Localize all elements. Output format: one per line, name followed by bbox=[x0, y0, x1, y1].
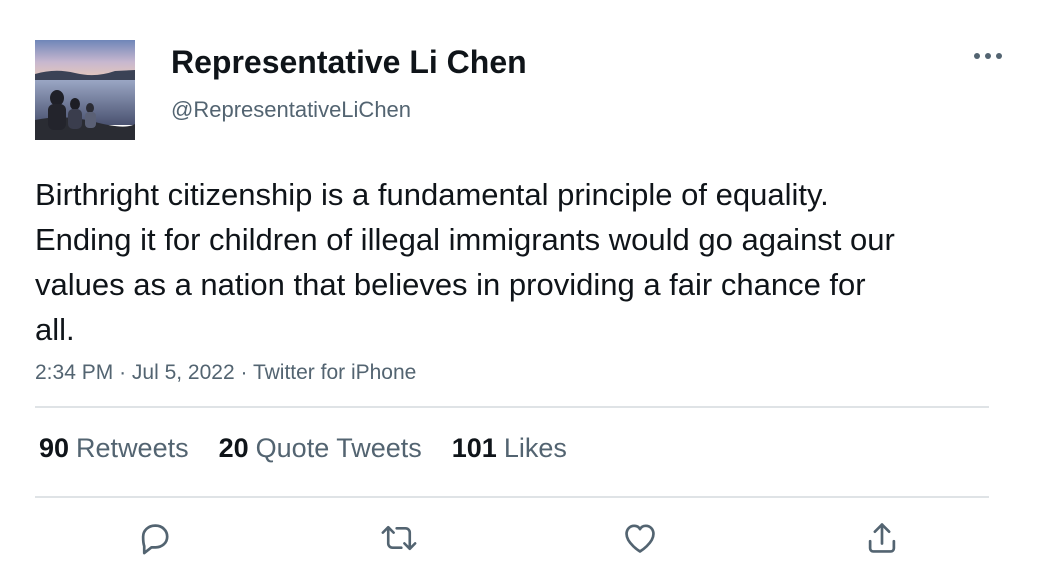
display-name[interactable]: Representative Li Chen bbox=[171, 44, 527, 81]
more-horizontal-icon bbox=[974, 53, 1002, 59]
tweet-text: Birthright citizenship is a fundamental … bbox=[35, 177, 895, 347]
retweet-icon bbox=[381, 525, 417, 551]
retweets-label: Retweets bbox=[76, 433, 189, 463]
divider bbox=[35, 406, 989, 408]
quote-tweets-label: Quote Tweets bbox=[255, 433, 422, 463]
meta-separator: · bbox=[240, 361, 253, 384]
user-handle[interactable]: @RepresentativeLiChen bbox=[171, 97, 411, 123]
retweets-stat[interactable]: 90 Retweets bbox=[39, 433, 189, 464]
share-icon bbox=[868, 523, 896, 553]
reply-button[interactable] bbox=[135, 518, 175, 558]
quote-tweets-stat[interactable]: 20 Quote Tweets bbox=[219, 433, 422, 464]
tweet-meta: 2:34 PM · Jul 5, 2022 · Twitter for iPho… bbox=[35, 361, 416, 385]
likes-label: Likes bbox=[503, 433, 567, 463]
reply-icon bbox=[141, 524, 169, 555]
share-button[interactable] bbox=[862, 518, 902, 558]
more-options-button[interactable] bbox=[970, 44, 1006, 68]
retweets-count: 90 bbox=[39, 433, 70, 463]
likes-count: 101 bbox=[451, 433, 497, 463]
retweet-button[interactable] bbox=[379, 518, 419, 558]
tweet-time[interactable]: 2:34 PM bbox=[35, 361, 113, 384]
tweet-source[interactable]: Twitter for iPhone bbox=[253, 361, 416, 384]
meta-separator: · bbox=[119, 361, 132, 384]
profile-photo-icon bbox=[35, 40, 135, 140]
quote-tweets-count: 20 bbox=[218, 433, 249, 463]
avatar[interactable] bbox=[35, 40, 135, 140]
tweet-stats: 90 Retweets 20 Quote Tweets 101 Likes bbox=[39, 433, 597, 464]
heart-icon bbox=[625, 524, 655, 553]
divider bbox=[35, 496, 989, 498]
likes-stat[interactable]: 101 Likes bbox=[452, 433, 567, 464]
tweet-date[interactable]: Jul 5, 2022 bbox=[132, 361, 235, 384]
like-button[interactable] bbox=[620, 518, 660, 558]
